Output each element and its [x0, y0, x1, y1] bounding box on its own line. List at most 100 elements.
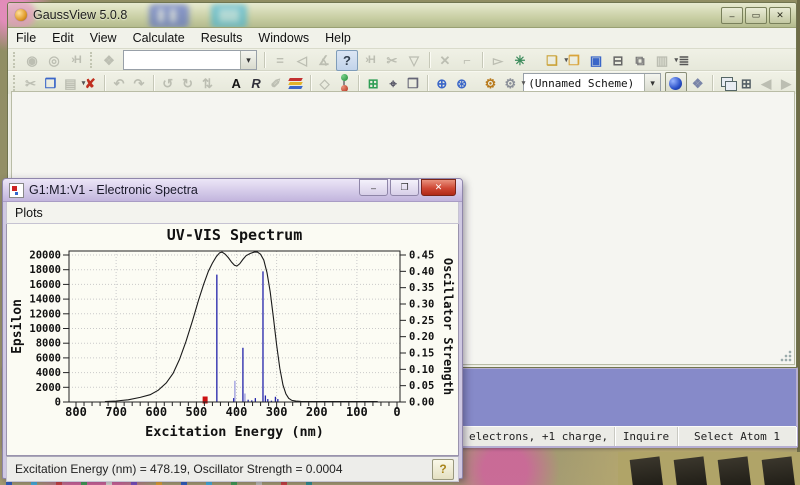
- calculate-gear-icon[interactable]: ⚙: [482, 74, 500, 93]
- toolbar-separator: [264, 52, 265, 68]
- x-tick-label: 500: [186, 405, 208, 419]
- atom-pair-icon[interactable]: [336, 74, 354, 93]
- chevron-down-icon[interactable]: ▾: [240, 51, 256, 69]
- invert-icon[interactable]: ⌐: [457, 51, 477, 70]
- menu-item-plots[interactable]: Plots: [7, 203, 51, 223]
- wallpaper-blob: [149, 4, 189, 27]
- spectra-status-bar: Excitation Energy (nm) = 478.19, Oscilla…: [6, 456, 459, 482]
- delete-icon[interactable]: ✘: [81, 74, 99, 93]
- rotate-right-icon[interactable]: ↻: [179, 74, 197, 93]
- main-titlebar[interactable]: GaussView 5.0.8 ‒ ▭ ✕: [8, 3, 796, 28]
- tile-windows-icon[interactable]: ⊞: [737, 74, 755, 93]
- close-button[interactable]: ✕: [421, 179, 456, 196]
- restore-button[interactable]: ❐: [390, 179, 419, 196]
- close-button[interactable]: ✕: [769, 7, 791, 24]
- redo-icon[interactable]: ↷: [130, 74, 148, 93]
- inquire-tool-button[interactable]: ?: [336, 49, 358, 71]
- pencil-icon[interactable]: ✐: [267, 74, 285, 93]
- capture-icon[interactable]: ▥ ▾: [652, 51, 678, 70]
- view-options-icon[interactable]: ❒: [404, 74, 422, 93]
- menu-item-file[interactable]: File: [8, 28, 44, 48]
- angle-tool-icon[interactable]: ◁: [292, 51, 312, 70]
- translate-icon[interactable]: ⇅: [198, 74, 216, 93]
- open-file-icon[interactable]: ❐: [564, 51, 584, 70]
- menu-item-edit[interactable]: Edit: [44, 28, 82, 48]
- chevron-down-icon: ▾: [521, 79, 526, 87]
- bond-tool-icon[interactable]: =: [270, 51, 290, 70]
- add-view-icon[interactable]: ⊞: [364, 74, 382, 93]
- select-tool-icon[interactable]: ▽: [404, 51, 424, 70]
- scheme-combobox[interactable]: (Unnamed Scheme) ▾: [523, 73, 662, 93]
- undo-icon[interactable]: ↶: [110, 74, 128, 93]
- menu-item-results[interactable]: Results: [193, 28, 251, 48]
- delete-bond-icon[interactable]: ✕: [435, 51, 455, 70]
- resize-grip[interactable]: [780, 350, 792, 362]
- scheme-combobox-value: (Unnamed Scheme): [528, 76, 635, 90]
- atom-label-icon[interactable]: A: [227, 74, 245, 93]
- y-left-tick-label: 12000: [29, 308, 61, 320]
- spectra-titlebar[interactable]: G1:M1:V1 - Electronic Spectra ‒ ❐ ✕: [3, 179, 462, 202]
- minimize-button[interactable]: ‒: [721, 7, 743, 24]
- chevron-down-icon[interactable]: ▾: [644, 74, 661, 92]
- preferences-icon[interactable]: ❖: [689, 74, 707, 93]
- spectra-chart-area[interactable]: 800 700 600 500 400 300 200 100 0 0 2000 4000 6000 80…: [6, 224, 459, 456]
- cut-icon[interactable]: ✂: [22, 74, 40, 93]
- layers-icon[interactable]: [287, 74, 305, 93]
- print-icon[interactable]: ⊟: [608, 51, 628, 70]
- add-hydrogen-icon[interactable]: ›H: [66, 51, 86, 70]
- forward-icon[interactable]: ▶: [777, 74, 795, 93]
- y-left-tick-label: 16000: [29, 279, 61, 291]
- x-tick-label: 100: [346, 405, 368, 419]
- maximize-button[interactable]: ▭: [745, 7, 767, 24]
- copy-icon[interactable]: ❐: [42, 74, 60, 93]
- toolbar-separator: [152, 75, 154, 91]
- dihedral-tool-icon[interactable]: ∡: [314, 51, 334, 70]
- rotate-left-icon[interactable]: ↺: [159, 74, 177, 93]
- symmetry-icon[interactable]: ◇: [316, 74, 334, 93]
- add-valence-icon[interactable]: ›H: [360, 51, 380, 70]
- y-right-tick-label: 0.00: [409, 397, 434, 409]
- scheme-gear-icon[interactable]: ⚙ ▾: [501, 74, 526, 93]
- menu-item-calculate[interactable]: Calculate: [125, 28, 193, 48]
- main-window-buttons: ‒ ▭ ✕: [721, 7, 791, 24]
- y-right-tick-label: 0.35: [409, 282, 434, 294]
- y-right-tick-label: 0.45: [409, 250, 434, 262]
- wallpaper-blob: [211, 4, 247, 27]
- menu-item-view[interactable]: View: [82, 28, 125, 48]
- element-fragment-combobox[interactable]: ▾: [123, 50, 257, 70]
- y-right-tick-label: 0.30: [409, 299, 434, 311]
- view-log-icon[interactable]: ≣: [674, 51, 694, 70]
- center-view-icon[interactable]: ⌖: [384, 74, 402, 93]
- custom-builder-icon[interactable]: ❖: [99, 51, 119, 70]
- pointer-icon[interactable]: ▻: [488, 51, 508, 70]
- minimize-button[interactable]: ‒: [359, 179, 388, 196]
- paste-append-icon[interactable]: ⧉: [630, 51, 650, 70]
- ring-label-icon[interactable]: R: [247, 74, 265, 93]
- back-icon[interactable]: ◀: [757, 74, 775, 93]
- desktop: electrons, +1 charge, singlet Inquire Se…: [0, 0, 800, 485]
- query-stoichiometry-icon[interactable]: ⊕: [433, 74, 451, 93]
- ring-fragment-icon[interactable]: ◎: [44, 51, 64, 70]
- menu-item-windows[interactable]: Windows: [250, 28, 317, 48]
- plot-background[interactable]: [69, 251, 400, 402]
- fragment-icon[interactable]: ◉: [22, 51, 42, 70]
- x-tick-label: 700: [105, 405, 127, 419]
- y-left-tick-label: 8000: [36, 338, 61, 350]
- layer-sheet: [288, 85, 304, 89]
- y-right-tick-label: 0.05: [409, 380, 434, 392]
- query-symmetry-icon[interactable]: ⊛: [453, 74, 471, 93]
- delete-hydrogen-icon[interactable]: ✂: [382, 51, 402, 70]
- main-menubar: File Edit View Calculate Results Windows Help: [8, 28, 796, 49]
- green-atom: [340, 74, 348, 81]
- toolbar-separator: [104, 75, 106, 91]
- help-button[interactable]: ?: [432, 458, 454, 480]
- rebond-icon[interactable]: ✳: [510, 51, 530, 70]
- x-tick-label: 600: [145, 405, 167, 419]
- menu-item-help[interactable]: Help: [317, 28, 359, 48]
- new-document-icon[interactable]: ❏ ▾: [542, 51, 568, 70]
- paste-icon[interactable]: ▤ ▾: [61, 74, 85, 93]
- save-icon[interactable]: ▣: [586, 51, 606, 70]
- x-tick-label: 300: [266, 405, 288, 419]
- molecule-status-selection: Select Atom 1: [678, 427, 796, 446]
- cascade-windows-icon[interactable]: [718, 74, 737, 93]
